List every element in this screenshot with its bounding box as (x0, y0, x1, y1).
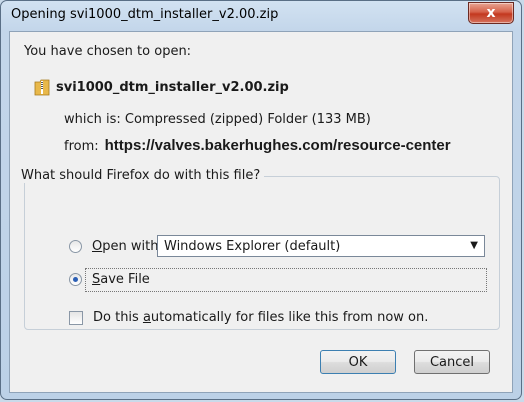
open-with-selected: Windows Explorer (default) (164, 238, 341, 254)
title-bar[interactable]: Opening svi1000_dtm_installer_v2.00.zip … (1, 1, 521, 31)
chevron-down-icon: ▼ (470, 240, 478, 251)
save-file-option[interactable]: Save File (69, 272, 150, 287)
which-is-label: which is: (64, 112, 121, 127)
auto-label: Do this automatically for files like thi… (93, 310, 429, 325)
source-url: https://valves.bakerhughes.com/resource-… (104, 137, 451, 154)
ok-button[interactable]: OK (320, 350, 396, 374)
dialog-window: Opening svi1000_dtm_installer_v2.00.zip … (0, 0, 522, 400)
file-row: svi1000_dtm_installer_v2.00.zip (34, 78, 289, 96)
auto-checkbox[interactable] (69, 310, 83, 325)
ok-label: OK (348, 354, 368, 370)
action-group: What should Firefox do with this file? O… (17, 168, 500, 330)
dialog-body: You have chosen to open: svi1000_dtm_ins… (9, 31, 513, 393)
close-button[interactable]: x (468, 2, 514, 24)
open-with-option[interactable]: Open with (69, 239, 158, 254)
auto-option[interactable]: Do this automatically for files like thi… (69, 310, 428, 325)
action-group-legend: What should Firefox do with this file? (17, 168, 265, 183)
window-title: Opening svi1000_dtm_installer_v2.00.zip (11, 7, 279, 22)
open-with-select[interactable]: Windows Explorer (default) ▼ (157, 235, 485, 257)
save-file-label: Save File (92, 272, 150, 287)
zip-folder-icon (34, 79, 50, 96)
from-label: from: (64, 139, 99, 154)
cancel-button[interactable]: Cancel (414, 350, 490, 374)
file-type-value: Compressed (zipped) Folder (133 MB) (124, 112, 371, 127)
source-row: from: https://valves.bakerhughes.com/reso… (64, 137, 451, 154)
open-with-radio[interactable] (69, 240, 82, 253)
file-type-row: which is: Compressed (zipped) Folder (13… (64, 112, 371, 127)
cancel-label: Cancel (429, 354, 475, 370)
file-name: svi1000_dtm_installer_v2.00.zip (56, 79, 289, 95)
close-icon: x (486, 5, 496, 21)
save-file-radio[interactable] (69, 273, 82, 286)
open-with-label: Open with (92, 239, 159, 254)
intro-text: You have chosen to open: (24, 44, 192, 59)
